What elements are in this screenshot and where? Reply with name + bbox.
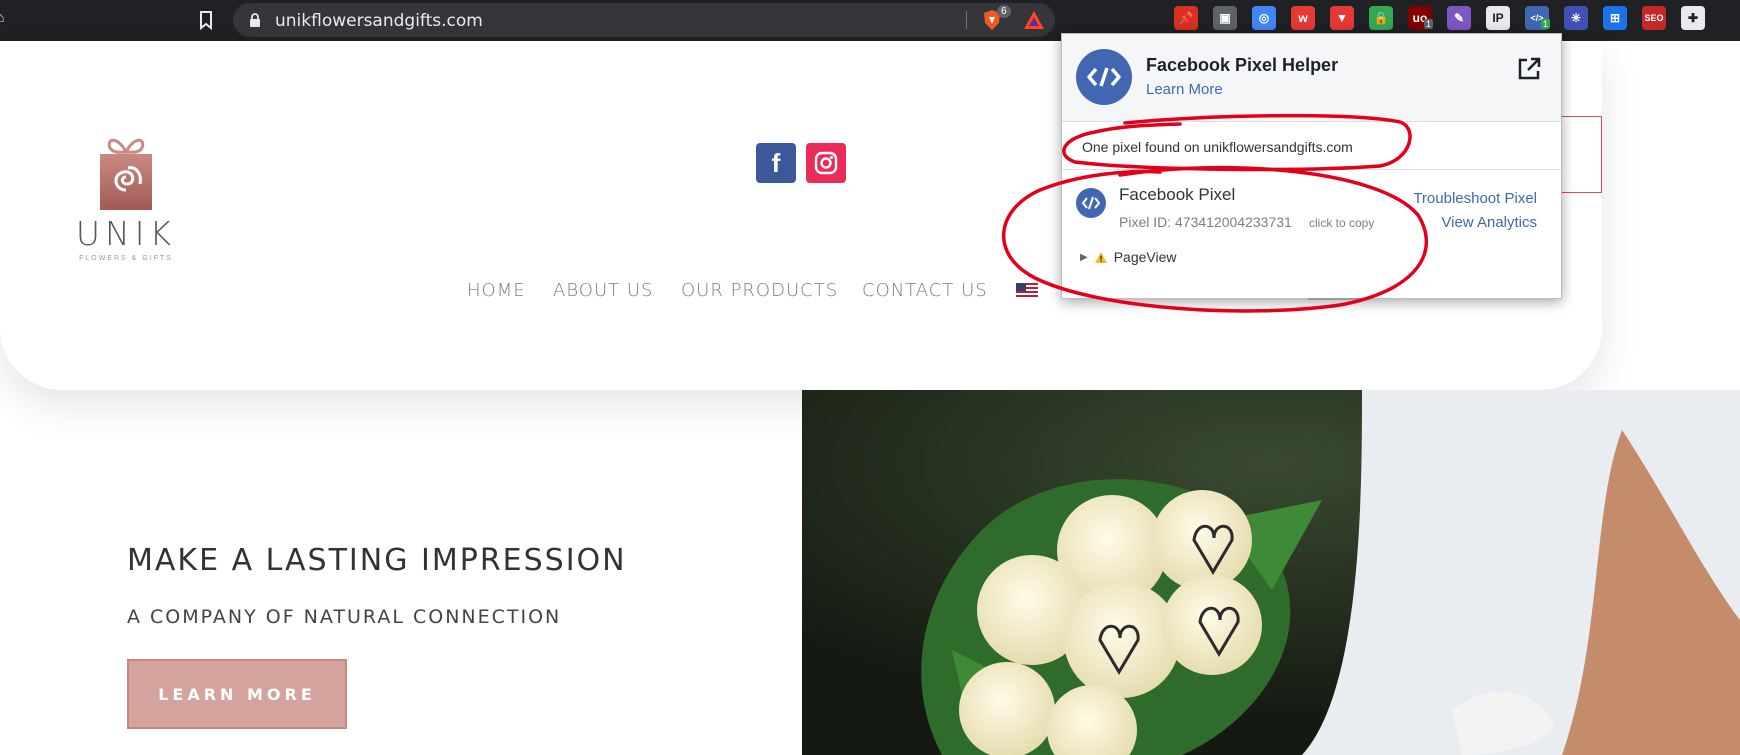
site-logo[interactable]: UNIK FLOWERS & GIFTS (70, 130, 182, 270)
lock-icon (250, 13, 260, 27)
gift-rose-icon (100, 138, 152, 210)
wappalyzer-extension-icon[interactable]: w (1291, 6, 1315, 30)
nav-about-us[interactable]: ABOUT US (553, 280, 653, 301)
colorzilla-extension-icon[interactable]: ◎ (1252, 6, 1276, 30)
nav-contact-us[interactable]: CONTACT US (862, 280, 988, 301)
pixel-name: Facebook Pixel (1119, 185, 1236, 204)
url-text: unikflowersandgifts.com (275, 11, 483, 31)
hero-subtitle: A COMPANY OF NATURAL CONNECTION (127, 606, 562, 628)
pixel-helper-logo-icon (1076, 49, 1132, 105)
hero-title: MAKE A LASTING IMPRESSION (127, 543, 627, 578)
facebook-icon[interactable]: f (756, 143, 796, 183)
brave-shield-count: 6 (997, 5, 1011, 18)
nav-home[interactable]: HOME (467, 280, 526, 301)
click-to-copy-hint[interactable]: click to copy (1309, 216, 1374, 230)
brand-tagline: FLOWERS & GIFTS (79, 255, 173, 262)
popup-divider (1062, 169, 1561, 170)
ip-extension-icon[interactable]: IP (1486, 6, 1510, 30)
popup-scrollbar[interactable] (1308, 298, 1368, 300)
lock-extension-icon[interactable]: 🔒 (1369, 6, 1393, 30)
view-analytics-link[interactable]: View Analytics (1441, 214, 1537, 231)
window-extension-icon[interactable]: ▣ (1213, 6, 1237, 30)
omnibox-divider (966, 11, 967, 29)
pin-extension-icon[interactable]: 📌 (1174, 6, 1198, 30)
external-link-icon[interactable] (1516, 56, 1542, 82)
puzzle-extension-icon[interactable]: ✚ (1681, 6, 1705, 30)
popup-header: Facebook Pixel Helper Learn More (1062, 34, 1561, 122)
bookmark-icon[interactable] (196, 9, 216, 31)
learn-more-link[interactable]: Learn More (1146, 81, 1223, 98)
pixel-id[interactable]: Pixel ID: 473412004233731 (1119, 214, 1292, 230)
expand-triangle-icon[interactable]: ▶ (1080, 252, 1088, 263)
learn-more-button[interactable]: LEARN MORE (127, 659, 347, 729)
popup-title: Facebook Pixel Helper (1146, 55, 1339, 75)
pageview-event-row[interactable]: ▶ PageView (1080, 249, 1177, 265)
instagram-icon[interactable] (806, 143, 846, 183)
snowflake-extension-icon[interactable]: ✳ (1564, 6, 1588, 30)
warning-icon (1094, 251, 1107, 263)
nav-our-products[interactable]: OUR PRODUCTS (681, 280, 838, 301)
troubleshoot-pixel-link[interactable]: Troubleshoot Pixel (1413, 190, 1537, 207)
pixel-found-text: One pixel found on unikflowersandgifts.c… (1082, 139, 1353, 155)
us-flag-icon[interactable] (1016, 283, 1038, 297)
home-icon[interactable]: ⌂ (0, 9, 10, 29)
event-name: PageView (1113, 249, 1177, 265)
hero-bouquet-photo (802, 390, 1740, 755)
pixel-helper-extension-badge: 1 (1541, 19, 1551, 29)
brave-rewards-icon[interactable] (1023, 10, 1045, 30)
pixel-helper-popup: Facebook Pixel Helper Learn More One pix… (1061, 33, 1562, 300)
seo-extension-icon[interactable]: SEO (1642, 6, 1666, 30)
pixel-code-icon (1076, 188, 1106, 218)
feather-extension-icon[interactable]: ✎ (1447, 6, 1471, 30)
brand-name: UNIK (75, 214, 177, 253)
ublock-extension-badge: 1 (1424, 19, 1434, 29)
address-bar[interactable]: unikflowersandgifts.com 6 (233, 3, 1055, 37)
tab-extension-icon[interactable]: ⊞ (1603, 6, 1627, 30)
shield-extension-icon[interactable]: ▼ (1330, 6, 1354, 30)
